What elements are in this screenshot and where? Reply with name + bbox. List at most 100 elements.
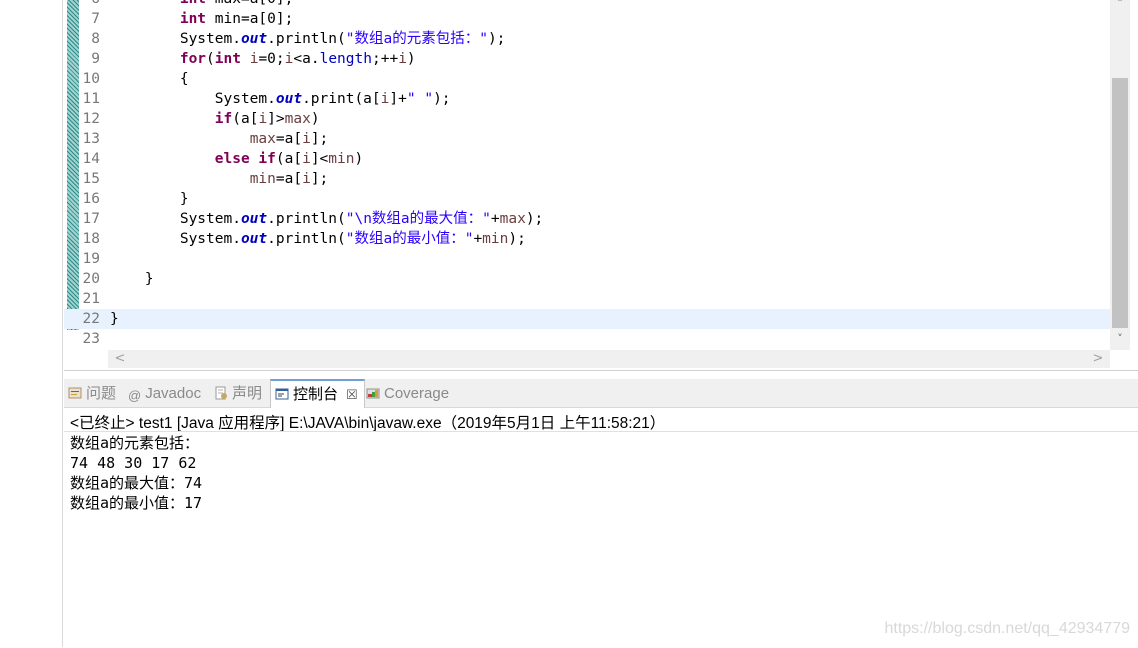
editor-horizontal-scrollbar[interactable]: < > bbox=[108, 350, 1110, 368]
line-code[interactable]: for(int i=0;i<a.length;++i) bbox=[110, 49, 416, 69]
line-number: 14 bbox=[82, 151, 100, 167]
code-token: int bbox=[214, 51, 241, 67]
view-tab-bar: 问题 @ Javadoc 声明 控制台 ☒ Coverage bbox=[64, 379, 1138, 408]
code-token: for bbox=[179, 51, 207, 67]
code-editor[interactable]: 6 int max=a[0];7 int min=a[0];8 System.o… bbox=[64, 0, 1138, 370]
code-token: i bbox=[258, 111, 268, 127]
console-process-header: <已终止> test1 [Java 应用程序] E:\JAVA\bin\java… bbox=[70, 415, 666, 432]
code-token: i bbox=[302, 171, 311, 187]
code-line[interactable]: 15 min=a[i]; bbox=[64, 169, 1110, 189]
code-line[interactable]: 13 max=a[i]; bbox=[64, 129, 1110, 149]
tab-problems[interactable]: 问题 bbox=[68, 379, 116, 407]
line-code[interactable]: else if(a[i]<min) bbox=[110, 149, 363, 169]
line-code[interactable]: } bbox=[110, 269, 154, 289]
line-code[interactable]: int min=a[0]; bbox=[110, 9, 294, 29]
code-line[interactable]: 7 int min=a[0]; bbox=[64, 9, 1110, 29]
code-token: " " bbox=[406, 91, 434, 107]
console-icon bbox=[275, 388, 289, 400]
code-line[interactable]: 10 { bbox=[64, 69, 1110, 89]
line-code[interactable]: max=a[i]; bbox=[110, 129, 329, 149]
code-token: System. bbox=[110, 31, 241, 47]
code-token: out bbox=[240, 31, 268, 47]
code-token: =0; bbox=[258, 51, 285, 67]
line-code[interactable]: min=a[i]; bbox=[110, 169, 329, 189]
code-token: System. bbox=[110, 91, 276, 107]
code-token: (a[ bbox=[275, 151, 303, 167]
line-number: 20 bbox=[82, 271, 100, 287]
line-code[interactable]: int max=a[0]; bbox=[110, 0, 294, 9]
line-code[interactable]: } bbox=[110, 189, 189, 209]
line-number: 21 bbox=[82, 291, 100, 307]
watermark-text: https://blog.csdn.net/qq_42934779 bbox=[884, 620, 1130, 637]
tab-coverage-label: Coverage bbox=[384, 385, 450, 402]
line-code[interactable]: if(a[i]>max) bbox=[110, 109, 320, 129]
line-number: 15 bbox=[82, 171, 100, 187]
code-lines[interactable]: 6 int max=a[0];7 int min=a[0];8 System.o… bbox=[64, 0, 1110, 349]
code-token: System. bbox=[110, 211, 241, 227]
scroll-right-icon[interactable]: > bbox=[1090, 350, 1106, 368]
code-line[interactable]: 17 System.out.println("\n数组a的最大值："+max); bbox=[64, 209, 1110, 229]
console-header-divider bbox=[64, 431, 1138, 432]
tab-javadoc[interactable]: @ Javadoc bbox=[128, 379, 201, 407]
code-token: ) bbox=[406, 51, 416, 67]
code-token: ) bbox=[354, 151, 364, 167]
scroll-up-icon[interactable]: ˄ bbox=[1110, 0, 1130, 11]
code-token: i bbox=[302, 131, 311, 147]
console-output-line: 数组a的最大值：74 bbox=[70, 474, 203, 492]
line-number: 16 bbox=[82, 191, 100, 207]
code-line[interactable]: 20 } bbox=[64, 269, 1110, 289]
line-number: 23 bbox=[82, 331, 100, 347]
console-output-line: 74 48 30 17 62 bbox=[70, 454, 206, 472]
editor-vertical-scrollbar[interactable]: ˄ ˅ bbox=[1110, 0, 1130, 350]
code-line[interactable]: 18 System.out.println("数组a的最小值："+min); bbox=[64, 229, 1110, 249]
code-token: ]< bbox=[310, 151, 329, 167]
left-panel-edge bbox=[0, 0, 63, 647]
code-token: =a[ bbox=[275, 131, 303, 147]
coverage-icon bbox=[366, 388, 380, 399]
code-line[interactable]: 16 } bbox=[64, 189, 1110, 209]
line-number: 9 bbox=[91, 51, 100, 67]
code-token: min bbox=[328, 151, 355, 167]
code-token: "数组a的最小值：" bbox=[345, 231, 474, 247]
line-code[interactable]: System.out.println("数组a的元素包括："); bbox=[110, 29, 506, 49]
code-line[interactable]: 22} bbox=[64, 309, 1110, 329]
code-line[interactable]: 8 System.out.println("数组a的元素包括："); bbox=[64, 29, 1110, 49]
line-code[interactable]: System.out.println("\n数组a的最大值："+max); bbox=[110, 209, 543, 229]
scroll-left-icon[interactable]: < bbox=[112, 350, 128, 368]
code-token: =a[ bbox=[275, 171, 303, 187]
code-token: ); bbox=[487, 31, 506, 47]
code-token: length bbox=[319, 51, 372, 67]
console-view: 问题 @ Javadoc 声明 控制台 ☒ Coverage <已终止> test1… bbox=[64, 370, 1138, 648]
line-number: 18 bbox=[82, 231, 100, 247]
vertical-scroll-thumb[interactable] bbox=[1112, 78, 1128, 328]
code-line[interactable]: 11 System.out.print(a[i]+" "); bbox=[64, 89, 1110, 109]
code-line[interactable]: 19 bbox=[64, 249, 1110, 269]
code-line[interactable]: 12 if(a[i]>max) bbox=[64, 109, 1110, 129]
tab-coverage[interactable]: Coverage bbox=[366, 379, 449, 407]
line-code[interactable]: { bbox=[110, 69, 189, 89]
code-line[interactable]: 23 bbox=[64, 329, 1110, 349]
problems-icon bbox=[68, 387, 82, 399]
code-token: min=a[0]; bbox=[206, 11, 294, 27]
code-line[interactable]: 21 bbox=[64, 289, 1110, 309]
line-number: 10 bbox=[82, 71, 100, 87]
tab-declaration[interactable]: 声明 bbox=[214, 379, 262, 407]
line-code[interactable]: System.out.print(a[i]+" "); bbox=[110, 89, 451, 109]
line-code[interactable]: System.out.println("数组a的最小值："+min); bbox=[110, 229, 526, 249]
code-token: max bbox=[284, 111, 311, 127]
code-line[interactable]: 6 int max=a[0]; bbox=[64, 0, 1110, 9]
code-line[interactable]: 9 for(int i=0;i<a.length;++i) bbox=[64, 49, 1110, 69]
code-line[interactable]: 14 else if(a[i]<min) bbox=[64, 149, 1110, 169]
line-number: 6 bbox=[78, 0, 100, 9]
scroll-down-icon[interactable]: ˅ bbox=[1110, 332, 1130, 346]
close-icon[interactable]: ☒ bbox=[346, 387, 358, 402]
console-output[interactable]: 数组a的元素包括： 74 48 30 17 62 数组a的最大值：74 数组a的最小… bbox=[70, 433, 205, 513]
code-token: .println( bbox=[267, 231, 346, 247]
line-number: 7 bbox=[91, 11, 100, 27]
tab-console[interactable]: 控制台 ☒ bbox=[270, 379, 365, 408]
line-code[interactable]: } bbox=[110, 309, 119, 329]
